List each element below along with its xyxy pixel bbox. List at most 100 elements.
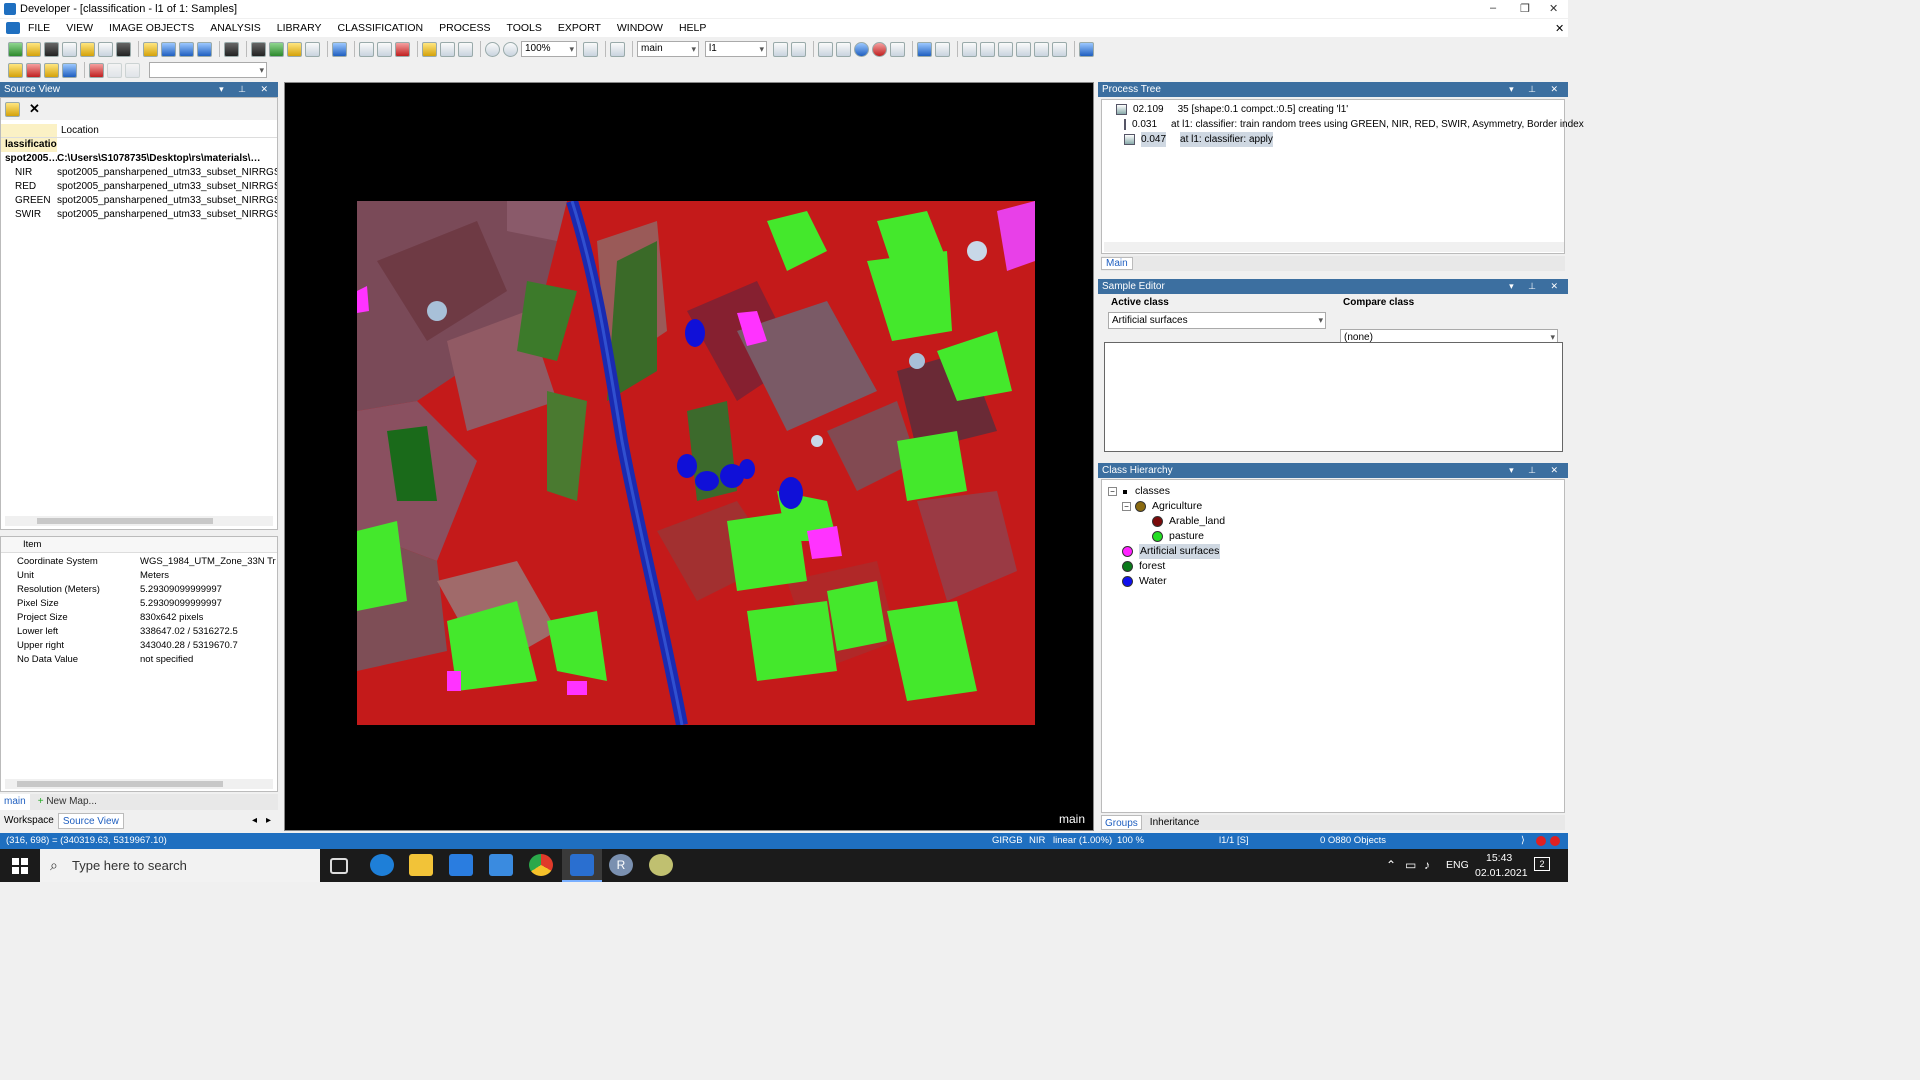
language-indicator[interactable]: ENG xyxy=(1446,859,1469,871)
process-row[interactable]: 02.109 35 [shape:0.1 compct.:0.5] creatin… xyxy=(1116,102,1564,117)
menu-export[interactable]: EXPORT xyxy=(558,22,601,34)
remove-data-icon[interactable]: ✕ xyxy=(29,101,40,117)
features-icon[interactable] xyxy=(179,41,194,57)
algorithm-select[interactable] xyxy=(149,62,267,78)
pan-hand-icon[interactable] xyxy=(440,41,455,57)
process-h-scrollbar[interactable] xyxy=(1104,242,1564,252)
stats-icon[interactable] xyxy=(197,41,212,57)
chrome-icon[interactable] xyxy=(529,854,553,876)
view-layers-icon[interactable] xyxy=(251,41,266,57)
name-column-header[interactable] xyxy=(1,124,57,137)
menu-image-objects[interactable]: IMAGE OBJECTS xyxy=(109,22,194,34)
save-thematic-icon[interactable] xyxy=(1016,41,1031,57)
tab-inheritance[interactable]: Inheritance xyxy=(1142,815,1207,830)
delete-view-icon[interactable] xyxy=(395,41,410,57)
arrow-down-icon[interactable] xyxy=(125,62,140,78)
class-item[interactable]: Artificial surfaces xyxy=(1108,544,1564,559)
class-item[interactable]: pasture xyxy=(1108,529,1564,544)
record-icon[interactable] xyxy=(1536,836,1546,846)
mail-icon[interactable] xyxy=(489,854,513,876)
open-icon[interactable] xyxy=(26,41,41,57)
close-project-icon[interactable] xyxy=(62,41,77,57)
menu-help[interactable]: HELP xyxy=(679,22,706,34)
image-view-icon[interactable] xyxy=(359,41,374,57)
active-class-select[interactable]: Artificial surfaces xyxy=(1108,312,1326,329)
app-menu-icon[interactable] xyxy=(6,22,20,34)
pixel-view-icon[interactable] xyxy=(377,41,392,57)
annotate-icon[interactable] xyxy=(1034,41,1049,57)
manual-edit-icon[interactable] xyxy=(962,41,977,57)
zoom-in-icon[interactable] xyxy=(503,41,518,57)
cursor-icon[interactable] xyxy=(422,41,437,57)
source-group[interactable]: lassification xyxy=(1,138,57,152)
source-row[interactable]: NIR spot2005_pansharpened_utm33_subset_NI… xyxy=(1,166,277,180)
process-step-icon[interactable] xyxy=(44,62,59,78)
help-icon[interactable] xyxy=(872,41,887,57)
bookmark-icon[interactable] xyxy=(89,62,104,78)
view-classification-icon[interactable] xyxy=(269,41,284,57)
network-icon[interactable]: ▭ xyxy=(1405,858,1416,872)
panel-controls[interactable]: ▾ ⊥ ✕ xyxy=(1509,279,1564,294)
class-item[interactable]: − Agriculture xyxy=(1108,499,1564,514)
volume-icon[interactable]: ♪ xyxy=(1424,858,1430,872)
process-row[interactable]: 0.047 at l1: classifier: apply xyxy=(1116,132,1564,147)
edit-icon[interactable] xyxy=(224,41,239,57)
paint-icon[interactable] xyxy=(649,854,673,876)
menu-process[interactable]: PROCESS xyxy=(439,22,490,34)
panel-controls[interactable]: ▾ ⊥ ✕ xyxy=(1509,82,1564,97)
tab-source-view[interactable]: Source View xyxy=(57,813,124,829)
process-stop-icon[interactable] xyxy=(26,62,41,78)
view-mixed-icon[interactable] xyxy=(305,41,320,57)
task-view-icon[interactable] xyxy=(330,858,348,874)
source-row[interactable]: spot2005… C:\Users\S1078735\Desktop\rs\ma… xyxy=(1,152,277,166)
r-app-icon[interactable]: R xyxy=(609,854,633,876)
menu-file[interactable]: FILE xyxy=(28,22,50,34)
zoom-out-icon[interactable] xyxy=(485,41,500,57)
window-grid-icon[interactable] xyxy=(836,41,851,57)
process-break-icon[interactable] xyxy=(62,62,77,78)
windows-start-icon[interactable] xyxy=(12,858,28,874)
store-icon[interactable] xyxy=(449,854,473,876)
taskbar-search-input[interactable]: ⌕ Type here to search xyxy=(40,849,320,882)
workspace-save-icon[interactable] xyxy=(98,41,113,57)
process-row[interactable]: 0.031 at l1: classifier: train random tre… xyxy=(1116,117,1584,132)
menu-view[interactable]: VIEW xyxy=(66,22,93,34)
level-select[interactable]: l1 xyxy=(705,41,767,57)
location-column-header[interactable]: Location xyxy=(57,124,277,137)
class-item[interactable]: forest xyxy=(1108,559,1564,574)
clock-time[interactable]: 15:43 xyxy=(1486,852,1512,864)
view-samples-icon[interactable] xyxy=(287,41,302,57)
tool-icon[interactable] xyxy=(1079,41,1094,57)
new-project-icon[interactable] xyxy=(8,41,23,57)
collapse-icon[interactable]: − xyxy=(1122,502,1131,511)
cut-icon[interactable] xyxy=(980,41,995,57)
menu-window[interactable]: WINDOW xyxy=(617,22,663,34)
process-run-icon[interactable] xyxy=(8,62,23,78)
source-row[interactable]: RED spot2005_pansharpened_utm33_subset_NI… xyxy=(1,180,277,194)
merge-icon[interactable] xyxy=(998,41,1013,57)
new-map-tab[interactable]: + New Map... xyxy=(30,794,97,810)
tab-workspace[interactable]: Workspace xyxy=(0,813,58,829)
minimize-button[interactable]: – xyxy=(1490,2,1496,14)
grid-icon[interactable] xyxy=(890,41,905,57)
source-h-scrollbar[interactable] xyxy=(5,516,273,526)
clock-date[interactable]: 02.01.2021 xyxy=(1475,867,1528,879)
close-button[interactable]: ✕ xyxy=(1549,2,1558,15)
layer-icon[interactable] xyxy=(143,41,158,57)
add-data-icon[interactable] xyxy=(5,101,20,117)
undo-icon[interactable] xyxy=(917,41,932,57)
stop-icon[interactable] xyxy=(1550,836,1560,846)
file-explorer-icon[interactable] xyxy=(409,854,433,876)
level-down-icon[interactable] xyxy=(773,41,788,57)
class-root[interactable]: − classes xyxy=(1108,484,1564,499)
menu-classification[interactable]: CLASSIFICATION xyxy=(338,22,424,34)
select-hand-icon[interactable] xyxy=(458,41,473,57)
tab-groups[interactable]: Groups xyxy=(1101,815,1142,830)
class-item[interactable]: Arable_land xyxy=(1108,514,1564,529)
edge-icon[interactable] xyxy=(370,854,394,876)
tab-scroll-left-icon[interactable]: ◂ xyxy=(252,813,257,829)
outline-icon[interactable] xyxy=(332,41,347,57)
satellite-image[interactable] xyxy=(357,201,1035,725)
menu-library[interactable]: LIBRARY xyxy=(277,22,322,34)
source-row[interactable]: SWIR spot2005_pansharpened_utm33_subset_N… xyxy=(1,208,277,222)
